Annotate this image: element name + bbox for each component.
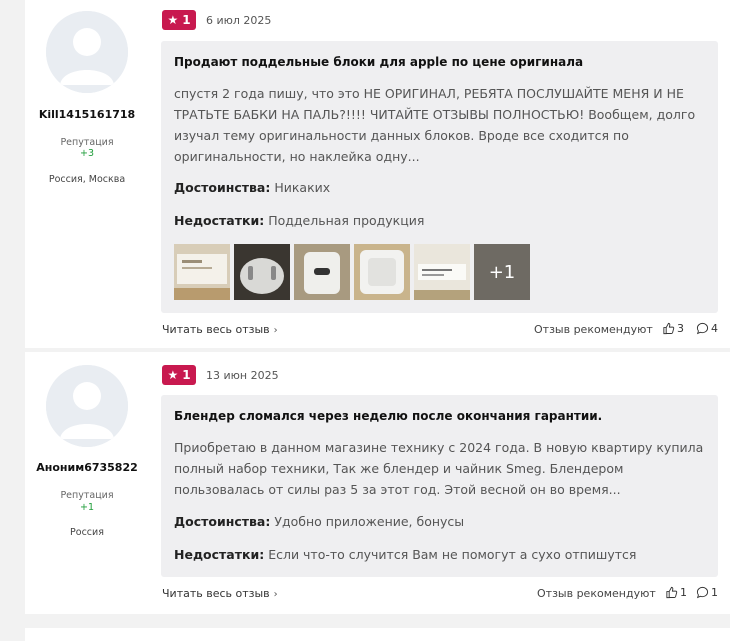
chevron-right-icon: › [273, 325, 278, 336]
review-text: Приобретаю в данном магазине технику с 2… [174, 440, 704, 497]
review-body: Блендер сломался через неделю после окон… [161, 395, 718, 577]
like-count: 3 [677, 322, 684, 335]
photo-thumbnail[interactable] [414, 244, 470, 300]
cons-label: Недостатки: [174, 547, 265, 562]
avatar-placeholder-icon [46, 365, 128, 447]
comment-count: 1 [711, 586, 718, 599]
review-cons: Недостатки: Если что-то случится Вам не … [174, 547, 636, 562]
reputation-label: Репутация [60, 137, 114, 148]
review-text: спустя 2 года пишу, что это НЕ ОРИГИНАЛ,… [174, 86, 696, 164]
cons-label: Недостатки: [174, 213, 265, 228]
read-full-review-link[interactable]: Читать весь отзыв › [162, 323, 278, 336]
review-card: Kill1415161718 Репутация +3 Россия, Моск… [25, 0, 730, 348]
star-icon: ★ [167, 368, 179, 382]
pros-text: Никаких [274, 180, 331, 195]
author-name[interactable]: Kill1415161718 [25, 108, 149, 121]
recommend-label: Отзыв рекомендуют [534, 323, 653, 336]
chevron-right-icon: › [273, 589, 278, 600]
comments-button[interactable]: 4 [696, 322, 718, 335]
avatar[interactable] [46, 365, 128, 447]
more-photos-button[interactable]: +1 [474, 244, 530, 300]
rating-value: 1 [182, 13, 191, 27]
review-cons: Недостатки: Поддельная продукция [174, 213, 424, 228]
read-full-review-label: Читать весь отзыв [162, 587, 270, 600]
pros-label: Достоинства: [174, 514, 271, 529]
review-body: Продают поддельные блоки для apple по це… [161, 41, 718, 313]
cons-text: Если что-то случится Вам не помогут а су… [268, 547, 637, 562]
avatar[interactable] [46, 11, 128, 93]
author-name[interactable]: Аноним6735822 [25, 461, 149, 474]
review-pros: Достоинства: Удобно приложение, бонусы [174, 514, 464, 529]
pros-label: Достоинства: [174, 180, 271, 195]
rating-value: 1 [182, 368, 191, 382]
review-card [25, 628, 730, 641]
review-date: 13 июн 2025 [206, 369, 279, 382]
rating-badge: ★ 1 [162, 365, 196, 385]
thumb-up-icon [666, 586, 678, 599]
author-location: Россия, Москва [48, 174, 126, 185]
comments-button[interactable]: 1 [696, 586, 718, 599]
author-location: Россия [70, 527, 104, 538]
thumb-up-icon [663, 322, 675, 335]
reputation-label: Репутация [60, 490, 114, 501]
pros-text: Удобно приложение, бонусы [274, 514, 465, 529]
review-card: Аноним6735822 Репутация +1 Россия ★ 1 13… [25, 352, 730, 614]
like-button[interactable]: 1 [665, 586, 687, 599]
read-full-review-label: Читать весь отзыв [162, 323, 270, 336]
comment-icon [696, 586, 709, 599]
comment-icon [696, 322, 709, 335]
comment-count: 4 [711, 322, 718, 335]
read-full-review-link[interactable]: Читать весь отзыв › [162, 587, 278, 600]
rating-badge: ★ 1 [162, 10, 196, 30]
like-count: 1 [680, 586, 687, 599]
photo-thumbnail[interactable] [354, 244, 410, 300]
review-date: 6 июл 2025 [206, 14, 272, 27]
photo-thumbnail[interactable] [174, 244, 230, 300]
reputation-value: +1 [79, 502, 94, 513]
star-icon: ★ [167, 13, 179, 27]
recommend-label: Отзыв рекомендуют [537, 587, 656, 600]
avatar-placeholder-icon [46, 11, 128, 93]
cons-text: Поддельная продукция [268, 213, 425, 228]
photo-thumbnail[interactable] [294, 244, 350, 300]
photo-thumbnail[interactable] [234, 244, 290, 300]
like-button[interactable]: 3 [662, 322, 684, 335]
reputation-value: +3 [79, 148, 94, 159]
review-pros: Достоинства: Никаких [174, 180, 330, 195]
review-title[interactable]: Блендер сломался через неделю после окон… [174, 409, 602, 423]
review-title[interactable]: Продают поддельные блоки для apple по це… [174, 55, 583, 69]
